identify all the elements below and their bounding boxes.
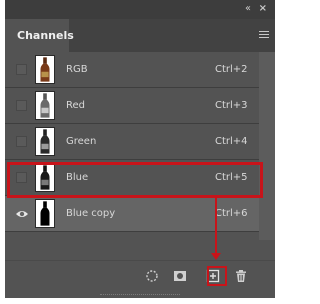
panel-tab-bar: Channels [5, 19, 275, 52]
channels-panel: ‹‹ × Channels RGB Ctrl+2 Red Ctrl+3 Gree… [5, 0, 275, 298]
channel-name: Blue copy [66, 208, 116, 219]
visibility-toggle[interactable] [16, 64, 27, 75]
channel-shortcut: Ctrl+4 [215, 136, 248, 147]
channel-row-green[interactable]: Green Ctrl+4 [5, 124, 259, 160]
channel-shortcut: Ctrl+2 [215, 64, 248, 75]
visibility-toggle[interactable] [16, 100, 27, 111]
channel-row-rgb[interactable]: RGB Ctrl+2 [5, 52, 259, 88]
load-selection-icon[interactable] [145, 268, 159, 282]
delete-channel-icon[interactable] [234, 268, 248, 282]
highlight-box-new-channel [207, 266, 227, 286]
channel-name: Red [66, 100, 85, 111]
channel-thumbnail [35, 55, 55, 84]
channel-thumbnail [35, 91, 55, 120]
resize-grip[interactable] [100, 294, 180, 297]
channel-thumbnail [35, 127, 55, 156]
channel-thumbnail [35, 199, 55, 228]
channel-name: RGB [66, 64, 88, 75]
save-selection-mask-icon[interactable] [173, 268, 187, 282]
channel-name: Green [66, 136, 97, 147]
tab-channels[interactable]: Channels [5, 19, 74, 52]
annotation-arrow-head [211, 253, 221, 260]
close-panel-icon[interactable]: × [259, 3, 267, 15]
panel-footer-toolbar [5, 260, 275, 289]
channel-row-blue-copy[interactable]: Blue copy Ctrl+6 [5, 196, 259, 232]
annotation-arrow-line [215, 197, 217, 257]
visibility-toggle[interactable] [16, 136, 27, 147]
collapse-panel-icon[interactable]: ‹‹ [245, 3, 251, 15]
channel-row-red[interactable]: Red Ctrl+3 [5, 88, 259, 124]
channel-list: RGB Ctrl+2 Red Ctrl+3 Green Ctrl+4 Blue [5, 52, 275, 240]
eye-icon[interactable] [15, 206, 29, 220]
channel-shortcut: Ctrl+6 [215, 208, 248, 219]
channel-shortcut: Ctrl+3 [215, 100, 248, 111]
panel-title-bar: ‹‹ × [5, 0, 275, 19]
highlight-box-blue [7, 162, 263, 198]
panel-menu-icon[interactable] [259, 31, 269, 39]
vertical-scrollbar[interactable] [259, 52, 275, 240]
